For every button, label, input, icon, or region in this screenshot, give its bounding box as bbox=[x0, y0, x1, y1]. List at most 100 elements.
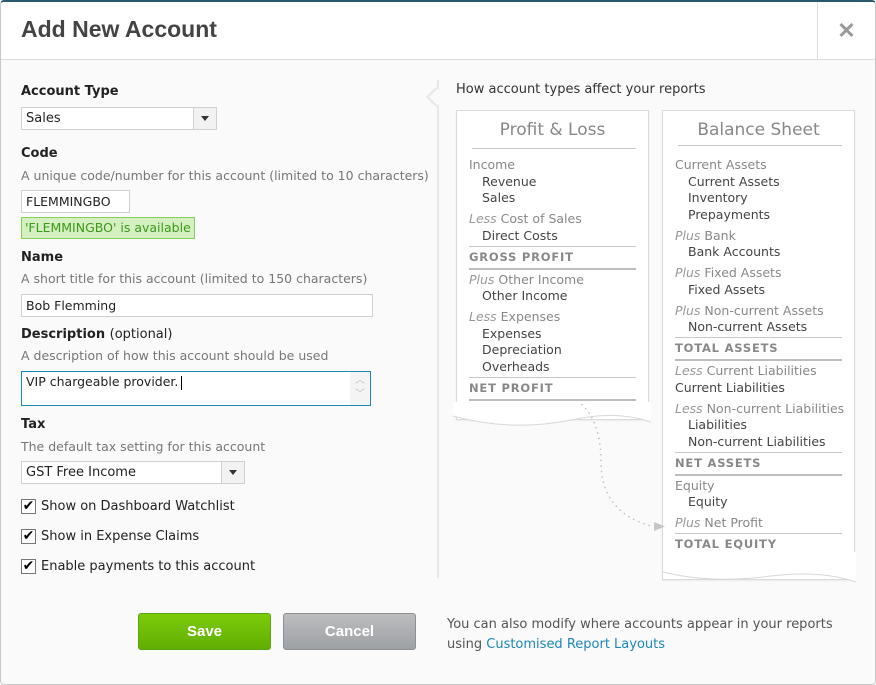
report-prefix: Plus bbox=[675, 302, 701, 318]
section-rule bbox=[675, 337, 842, 338]
footer-note-line1: You can also modify where accounts appea… bbox=[447, 617, 833, 632]
report-item-line: Revenue bbox=[482, 173, 537, 189]
textarea-scrollbar[interactable]: ︿ ﹀ bbox=[350, 372, 370, 405]
report-item-line: Bank Accounts bbox=[688, 244, 781, 259]
arrow-head-icon bbox=[654, 522, 665, 531]
code-hint: A unique code/number for this account (l… bbox=[21, 168, 429, 183]
checkbox-icon[interactable]: ✔ bbox=[21, 528, 36, 544]
report-prefix: Plus bbox=[469, 271, 495, 287]
reports-title: How account types affect your reports bbox=[456, 82, 706, 97]
checkbox-expense-claims[interactable]: ✔ Show in Expense Claims bbox=[21, 527, 199, 545]
chevron-down-icon[interactable] bbox=[193, 108, 216, 129]
scroll-down-icon[interactable]: ﹀ bbox=[350, 388, 370, 402]
report-item-line: Expenses bbox=[482, 325, 542, 341]
optional-tag: (optional) bbox=[109, 327, 173, 342]
checkbox-dashboard-watchlist[interactable]: ✔ Show on Dashboard Watchlist bbox=[21, 497, 235, 515]
profit-loss-torn-edge bbox=[453, 402, 651, 426]
description-value: VIP chargeable provider. bbox=[26, 374, 179, 389]
section-rule bbox=[469, 245, 636, 247]
report-item-line: Non-current Assets bbox=[688, 319, 808, 334]
tax-label: Tax bbox=[21, 417, 46, 432]
report-prefix: Less bbox=[675, 363, 703, 378]
report-group-line: Less Cost of Sales bbox=[469, 211, 582, 226]
cancel-button[interactable]: Cancel bbox=[283, 613, 416, 650]
add-account-dialog: Add New Account ✕ Account Type Sales Cod… bbox=[0, 0, 876, 685]
code-label: Code bbox=[21, 146, 58, 161]
report-group-line: Plus Fixed Assets bbox=[675, 265, 782, 280]
chevron-down-icon[interactable] bbox=[221, 462, 244, 483]
heading-rule bbox=[678, 145, 842, 146]
code-value: FLEMMINGBO bbox=[26, 194, 111, 209]
profit-loss-heading: Profit & Loss bbox=[499, 120, 606, 140]
balance-sheet-heading: Balance Sheet bbox=[697, 120, 820, 140]
description-textarea[interactable]: VIP chargeable provider. ︿ ﹀ bbox=[21, 371, 371, 406]
description-label: Description (optional) bbox=[21, 327, 172, 342]
report-prefix: Plus bbox=[675, 227, 701, 243]
total-rule bbox=[469, 398, 636, 401]
scroll-up-icon[interactable]: ︿ bbox=[350, 374, 370, 388]
checkbox-enable-payments[interactable]: ✔ Enable payments to this account bbox=[21, 557, 255, 575]
footer-note: You can also modify where accounts appea… bbox=[447, 615, 833, 655]
footer-note-line2: using Customised Report Layouts bbox=[447, 635, 833, 655]
footer-note-prefix: using bbox=[447, 637, 487, 652]
account-type-select[interactable]: Sales bbox=[21, 107, 217, 130]
report-group-line: Plus Bank bbox=[675, 227, 736, 243]
report-item-line: Current Assets bbox=[688, 173, 780, 189]
heading-rule bbox=[472, 148, 636, 149]
checkbox-icon[interactable]: ✔ bbox=[21, 498, 36, 514]
account-type-value: Sales bbox=[26, 111, 61, 126]
name-hint: A short title for this account (limited … bbox=[21, 271, 368, 286]
report-total-line: NET PROFIT bbox=[469, 380, 554, 395]
report-item-line: Sales bbox=[482, 190, 516, 205]
customised-report-layouts-link[interactable]: Customised Report Layouts bbox=[486, 637, 665, 652]
dialog-header: Add New Account ✕ bbox=[1, 2, 875, 60]
report-item-line: Inventory bbox=[688, 190, 748, 205]
report-prefix: Less bbox=[469, 309, 497, 324]
text-caret bbox=[181, 375, 183, 390]
name-input[interactable]: Bob Flemming bbox=[21, 294, 373, 317]
name-label: Name bbox=[21, 250, 64, 265]
close-button[interactable]: ✕ bbox=[817, 2, 875, 60]
panel-pointer bbox=[426, 87, 446, 107]
report-group-line: Less Current Liabilities bbox=[675, 363, 817, 378]
checkbox-label: Show in Expense Claims bbox=[41, 528, 200, 544]
dialog-title: Add New Account bbox=[21, 16, 217, 42]
save-button[interactable]: Save bbox=[138, 613, 271, 650]
report-total-line: TOTAL ASSETS bbox=[675, 341, 779, 355]
section-rule bbox=[469, 376, 636, 378]
profit-loss-sheet: Profit & Loss Income Revenue Sales Less Cos… bbox=[456, 110, 649, 420]
net-profit-flow-path bbox=[577, 402, 652, 527]
checkbox-label: Enable payments to this account bbox=[41, 558, 256, 574]
report-total-line: GROSS PROFIT bbox=[469, 249, 574, 264]
close-icon: ✕ bbox=[837, 18, 856, 43]
code-available-badge: 'FLEMMINGBO' is available bbox=[21, 217, 195, 239]
report-item-line: Direct Costs bbox=[482, 227, 558, 243]
name-value: Bob Flemming bbox=[26, 298, 117, 313]
report-group-line: Income bbox=[469, 157, 515, 172]
tax-select[interactable]: GST Free Income bbox=[21, 461, 245, 484]
code-input[interactable]: FLEMMINGBO bbox=[21, 190, 130, 213]
description-label-text: Description bbox=[21, 327, 106, 342]
tax-hint: The default tax setting for this account bbox=[21, 439, 266, 454]
tax-value: GST Free Income bbox=[26, 465, 136, 480]
report-group-line: Less Expenses bbox=[469, 309, 561, 324]
report-item-line: Fixed Assets bbox=[688, 281, 766, 297]
checkbox-icon[interactable]: ✔ bbox=[21, 558, 36, 574]
checkbox-label: Show on Dashboard Watchlist bbox=[41, 498, 235, 514]
description-hint: A description of how this account should… bbox=[21, 348, 329, 363]
report-item-line: Overheads bbox=[482, 358, 550, 374]
report-group-line: Plus Other Income bbox=[469, 271, 584, 287]
total-rule bbox=[675, 359, 842, 361]
report-prefix: Plus bbox=[675, 265, 701, 280]
account-type-label: Account Type bbox=[21, 84, 119, 99]
report-connector bbox=[452, 402, 857, 583]
report-prefix: Less bbox=[469, 211, 497, 226]
panel-divider bbox=[437, 80, 439, 578]
report-item-line: Current Liabilities bbox=[675, 379, 785, 395]
report-group-line: Plus Non-current Assets bbox=[675, 302, 824, 318]
total-rule bbox=[469, 267, 636, 270]
report-item-line: Depreciation bbox=[482, 342, 562, 357]
report-group-line: Current Assets bbox=[675, 157, 767, 172]
report-item-line: Prepayments bbox=[688, 206, 771, 222]
report-item-line: Other Income bbox=[482, 288, 568, 303]
